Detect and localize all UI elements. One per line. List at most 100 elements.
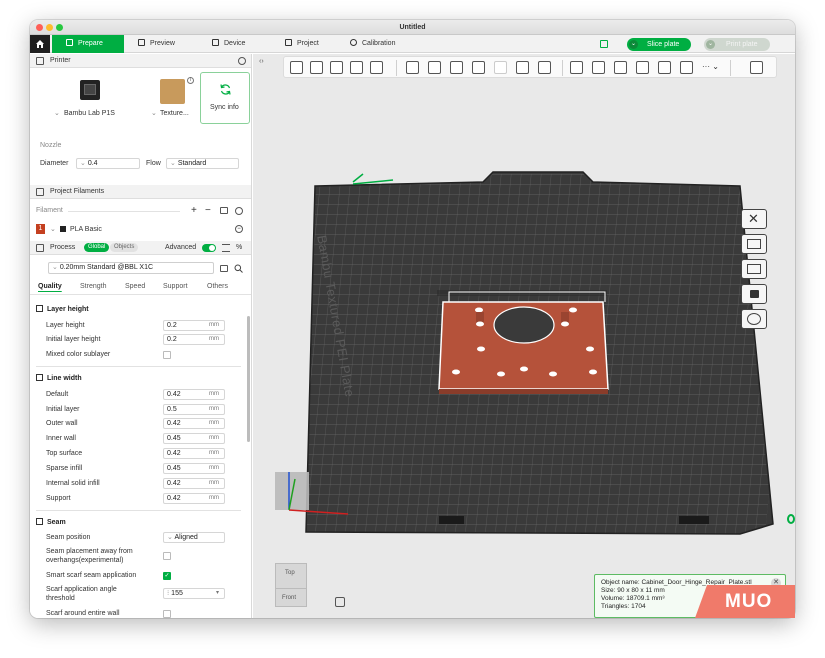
outer-wall-value: 0.42 (167, 420, 181, 427)
arrange-button[interactable] (741, 234, 767, 254)
unit-label: mm (209, 336, 219, 342)
model-part[interactable] (438, 301, 609, 394)
info-icon[interactable]: i (187, 77, 194, 84)
hexagon-icon (747, 313, 761, 325)
fit-view-icon[interactable] (335, 597, 345, 607)
tab-prepare[interactable]: Prepare (52, 35, 124, 53)
tab-project[interactable]: Project (285, 35, 319, 53)
plate-edit-icon[interactable] (352, 179, 394, 185)
advanced-toggle[interactable] (202, 244, 216, 252)
default-width-input[interactable]: 0.42 mm (163, 389, 225, 400)
layer-height-input[interactable]: 0.2 mm (163, 320, 225, 331)
sparse-infill-label: Sparse infill (46, 465, 83, 472)
outer-wall-input[interactable]: 0.42 mm (163, 418, 225, 429)
save-preset-icon[interactable] (220, 265, 228, 272)
sparse-infill-value: 0.45 (167, 465, 181, 472)
layout-button[interactable] (741, 259, 767, 279)
folder-icon (285, 39, 292, 46)
smart-scarf-label: Smart scarf seam application (46, 572, 137, 579)
scarf-around-label: Scarf around entire wall (46, 610, 120, 617)
default-width-value: 0.42 (167, 391, 181, 398)
tab-others[interactable]: Others (207, 283, 228, 290)
initial-layer-width-input[interactable]: 0.5 mm (163, 404, 225, 415)
mixed-color-checkbox[interactable] (163, 351, 171, 359)
inner-wall-input[interactable]: 0.45 mm (163, 433, 225, 444)
nav-cube-front[interactable]: Front (282, 595, 296, 601)
add-filament-button[interactable]: + (191, 205, 197, 216)
print-plate-button[interactable]: ⌄ Print plate (704, 38, 770, 51)
nozzle-title: Nozzle (40, 142, 62, 149)
3d-viewport[interactable]: ‹› ··· ⌄ Bambu Textured PEI Plate ✕ Top … (253, 54, 795, 618)
slice-plate-button[interactable]: ⌄ Slice plate (627, 38, 692, 51)
gear-icon[interactable] (238, 57, 246, 65)
plate-overview-icon[interactable] (600, 40, 608, 48)
filaments-section-title: Project Filaments (50, 188, 105, 195)
navigation-cube[interactable]: Top Front (275, 563, 307, 607)
gear-icon[interactable] (235, 207, 243, 215)
sync-info-label: Sync info (210, 104, 239, 111)
list-icon[interactable] (222, 244, 230, 252)
seam-placement-label-line2: overhangs(experimental) (46, 557, 124, 564)
sidebar-scrollbar[interactable] (247, 316, 250, 442)
home-icon (36, 40, 44, 48)
filament-name[interactable]: PLA Basic (70, 226, 102, 233)
smart-scarf-checkbox[interactable]: ✓ (163, 572, 171, 580)
diameter-select[interactable]: ⌄ 0.4 (76, 158, 140, 169)
tab-device[interactable]: Device (212, 35, 245, 53)
tab-strength[interactable]: Strength (80, 283, 106, 290)
support-width-label: Support (46, 495, 71, 502)
scarf-around-checkbox[interactable] (163, 610, 171, 618)
process-preset-select[interactable]: ⌄ 0.20mm Standard @BBL X1C (48, 262, 214, 274)
printer-card[interactable]: ⌄ Bambu Lab P1S (36, 74, 151, 126)
settings-button[interactable] (741, 309, 767, 329)
remove-filament-button[interactable]: − (205, 205, 211, 216)
chevron-down-icon: ⌄ (151, 110, 157, 117)
support-width-value: 0.42 (167, 495, 181, 502)
home-button[interactable] (30, 35, 50, 53)
tab-preview-label: Preview (150, 40, 175, 47)
sparse-infill-input[interactable]: 0.45 mm (163, 463, 225, 474)
sync-info-button[interactable]: Sync info (200, 72, 250, 124)
nav-cube-top[interactable]: Top (285, 570, 295, 576)
printer-section-title: Printer (50, 57, 71, 64)
scarf-angle-input[interactable]: ⁝ 155 ▾ (163, 588, 225, 599)
chevron-down-icon: ⌄ (50, 226, 56, 233)
percent-icon[interactable]: % (236, 241, 242, 255)
objects-toggle[interactable]: Objects (110, 243, 139, 252)
tab-support[interactable]: Support (163, 283, 188, 290)
initial-layer-height-input[interactable]: 0.2 mm (163, 334, 225, 345)
tab-quality[interactable]: Quality (38, 283, 62, 290)
chevron-down-icon: ⌄ (629, 40, 638, 49)
support-width-input[interactable]: 0.42 mm (163, 493, 225, 504)
flow-select[interactable]: ⌄ Standard (166, 158, 239, 169)
internal-solid-infill-input[interactable]: 0.42 mm (163, 478, 225, 489)
tab-preview[interactable]: Preview (138, 35, 175, 53)
tab-prepare-label: Prepare (78, 40, 103, 47)
diameter-value: 0.4 (87, 160, 98, 167)
plate-name: Texture... (160, 110, 189, 117)
tab-speed[interactable]: Speed (125, 283, 145, 290)
search-icon[interactable] (234, 264, 243, 273)
seam-position-select[interactable]: ⌄ Aligned (163, 532, 225, 543)
tab-calibration[interactable]: Calibration (350, 35, 395, 53)
line-width-group-title: Line width (36, 374, 82, 382)
filament-color-swatch[interactable] (60, 226, 66, 232)
line-width-icon (36, 374, 43, 381)
remove-filament-icon[interactable]: − (235, 225, 243, 233)
seam-position-label: Seam position (46, 534, 91, 541)
tabs-divider (30, 294, 251, 295)
zoom-window-button[interactable] (56, 24, 63, 31)
close-window-button[interactable] (36, 24, 43, 31)
top-surface-input[interactable]: 0.42 mm (163, 448, 225, 459)
orient-view-button[interactable]: ✕ (741, 209, 767, 229)
seam-placement-checkbox[interactable] (163, 552, 171, 560)
minimize-window-button[interactable] (46, 24, 53, 31)
plate-type-card[interactable]: i ⌄ Texture... (151, 74, 199, 126)
lock-button[interactable] (741, 284, 767, 304)
tab-device-label: Device (224, 40, 246, 47)
group-divider (36, 366, 241, 367)
layers-icon (36, 305, 43, 312)
edit-filament-icon[interactable] (220, 207, 228, 214)
global-toggle[interactable]: Global (84, 243, 110, 252)
monitor-icon (212, 39, 219, 46)
